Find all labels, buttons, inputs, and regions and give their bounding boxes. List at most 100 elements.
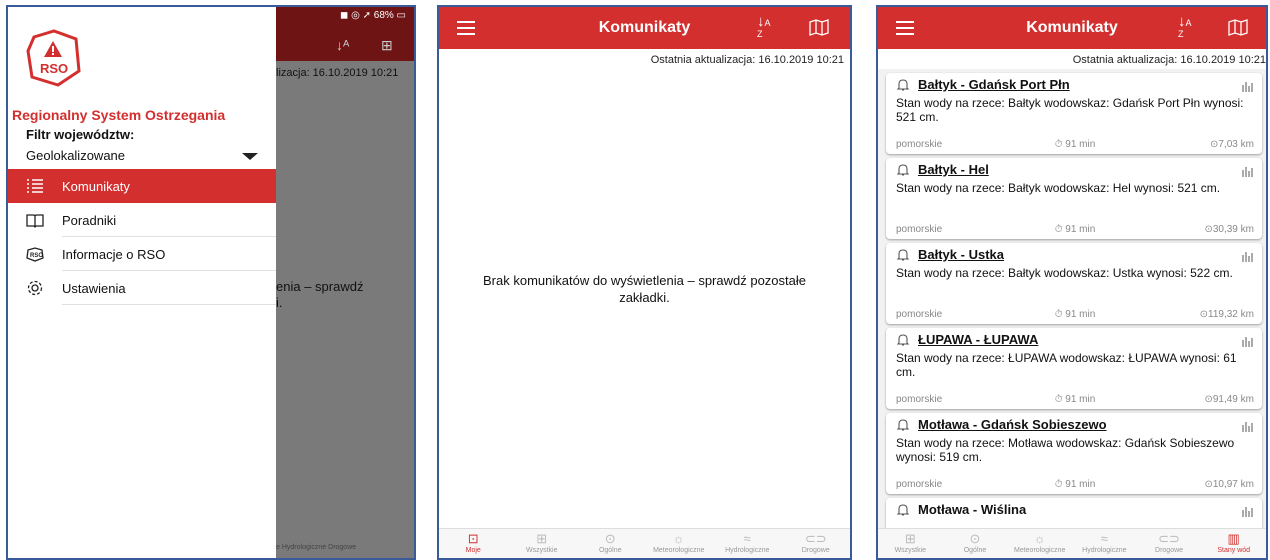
sort-az-icon[interactable]: ↓A Z	[757, 14, 771, 39]
tab-wszystkie[interactable]: ⊞ Wszystkie	[878, 529, 943, 558]
sort-az-icon[interactable]: ↓A Z	[1178, 14, 1192, 39]
last-update: Ostatnia aktualizacja: 16.10.2019 10:21	[650, 54, 844, 66]
card-region: pomorskie	[896, 394, 943, 405]
tab-ogolne[interactable]: ⊙ Ogólne	[576, 529, 645, 558]
svg-text:RSO: RSO	[40, 61, 68, 76]
menu-item-poradniki[interactable]: Poradniki	[8, 203, 276, 237]
waves-icon: ≈	[743, 531, 751, 546]
menu-item-ustawienia[interactable]: Ustawienia	[8, 271, 276, 305]
card-title[interactable]: Motława - Wiślina	[918, 502, 1026, 517]
card-region: pomorskie	[896, 139, 943, 150]
grid-icon: ⊞	[904, 531, 916, 546]
filter-value: Geolokalizowane	[26, 148, 126, 163]
tab-wszystkie[interactable]: ⊞ Wszystkie	[508, 529, 577, 558]
bottom-nav: ⊡ Moje ⊞ Wszystkie ⊙ Ogólne ☼ Meteorologiczn…	[439, 528, 850, 558]
tab-hydrologiczne[interactable]: ≈ Hydrologiczne	[1072, 529, 1137, 558]
menu-label: Informacje o RSO	[62, 246, 166, 262]
list-item[interactable]: ŁUPAWA - ŁUPAWA Stan wody na rzece: ŁUPA…	[886, 328, 1262, 409]
card-title[interactable]: Bałtyk - Hel	[918, 162, 989, 177]
card-body: Stan wody na rzece: Bałtyk wodowskaz: Us…	[896, 266, 1233, 280]
divider	[62, 304, 276, 305]
tab-label: Wszystkie	[894, 547, 927, 554]
card-body: Stan wody na rzece: Motława wodowskaz: G…	[896, 436, 1235, 464]
tab-label: Hydrologiczne	[725, 547, 770, 554]
tab-label: Meteorologiczne	[1013, 547, 1066, 554]
empty-message: Brak komunikatów do wyświetlenia – spraw…	[483, 273, 806, 305]
tab-moje[interactable]: ⊡ Moje	[439, 529, 508, 558]
list-item[interactable]: Bałtyk - Ustka Stan wody na rzece: Bałty…	[886, 243, 1262, 324]
gear-icon	[26, 279, 44, 297]
menu-item-informacje[interactable]: RSO Informacje o RSO	[8, 237, 276, 271]
card-region: pomorskie	[896, 224, 943, 235]
bottom-nav: ⊞ Wszystkie ⊙ Ogólne ☼ Meteorologiczne ≈ Hyd…	[878, 528, 1266, 558]
rso-logo: RSO	[26, 29, 81, 87]
map-icon[interactable]	[1228, 18, 1248, 36]
water-level-icon	[1242, 249, 1254, 267]
bell-icon	[896, 163, 910, 176]
tab-label: Ogólne	[963, 547, 987, 554]
menu-label: Ustawienia	[62, 280, 126, 296]
menu-label: Poradniki	[62, 212, 117, 228]
card-body: Stan wody na rzece: Bałtyk wodowskaz: He…	[896, 181, 1221, 195]
more-icon: ⊙	[969, 531, 981, 546]
tab-drogowe[interactable]: ⊂⊃ Drogowe	[782, 529, 851, 558]
card-body: Stan wody na rzece: Bałtyk wodowskaz: Gd…	[896, 96, 1244, 124]
sort-icon: ↓ᴬ	[336, 37, 350, 53]
water-level-icon	[1242, 79, 1254, 97]
card-title[interactable]: Bałtyk - Ustka	[918, 247, 1004, 262]
status-bar: ◼ ◎ ➚ 68% ▭	[276, 7, 414, 29]
card-title[interactable]: ŁUPAWA - ŁUPAWA	[918, 332, 1038, 347]
weather-icon: ☼	[672, 531, 685, 546]
bell-icon	[896, 78, 910, 91]
list-item[interactable]: Motława - Wiślina	[886, 498, 1262, 528]
tab-stany-wod[interactable]: ▥ Stany wód	[1201, 529, 1266, 558]
msg-line-1: enia – sprawdź	[276, 279, 364, 294]
card-distance: ⊙7,03 km	[1210, 139, 1254, 150]
list-icon	[26, 177, 44, 195]
tab-meteorologiczne[interactable]: ☼ Meteorologiczne	[645, 529, 714, 558]
water-level-icon	[1242, 504, 1254, 522]
water-level-icon	[1242, 164, 1254, 182]
list-item[interactable]: Bałtyk - Gdańsk Port Płn Stan wody na rz…	[886, 73, 1262, 154]
card-time: ⏱ 91 min	[1054, 139, 1096, 150]
bell-icon	[896, 333, 910, 346]
dimmed-background[interactable]: ◼ ◎ ➚ 68% ▭ ↓ᴬ ⊞ lizacja: 16.10.2019 10:…	[276, 7, 414, 558]
bell-icon	[896, 503, 910, 516]
map-icon[interactable]	[809, 18, 829, 36]
card-distance: ⊙119,32 km	[1199, 309, 1254, 320]
card-title[interactable]: Motława - Gdańsk Sobieszewo	[918, 417, 1107, 432]
water-level-icon: ▥	[1227, 531, 1240, 546]
card-title[interactable]: Bałtyk - Gdańsk Port Płn	[918, 77, 1070, 92]
bell-icon	[896, 248, 910, 261]
last-update: Ostatnia aktualizacja: 16.10.2019 10:21	[1072, 54, 1266, 66]
tab-label: Hydrologiczne	[1082, 547, 1127, 554]
list-item[interactable]: Bałtyk - Hel Stan wody na rzece: Bałtyk …	[886, 158, 1262, 239]
message-list[interactable]: Bałtyk - Gdańsk Port Płn Stan wody na rz…	[878, 69, 1266, 528]
msg-line-2: i.	[276, 295, 283, 310]
phone-screen-list: Komunikaty ↓A Z Ostatnia aktualizacja: 16…	[876, 5, 1268, 560]
water-level-icon	[1242, 334, 1254, 352]
svg-text:RSO: RSO	[30, 253, 43, 259]
page-title: Komunikaty	[1026, 19, 1118, 36]
tab-label: Drogowe	[1155, 547, 1184, 554]
tab-hydrologiczne[interactable]: ≈ Hydrologiczne	[713, 529, 782, 558]
card-body: Stan wody na rzece: ŁUPAWA wodowskaz: ŁU…	[896, 351, 1237, 379]
tab-ogolne[interactable]: ⊙ Ogólne	[943, 529, 1008, 558]
waves-icon: ≈	[1100, 531, 1108, 546]
car-icon: ⊂⊃	[1158, 531, 1180, 546]
rso-icon: RSO	[26, 245, 44, 263]
nav-drawer: RSO Regionalny System Ostrzegania Filtr …	[8, 7, 276, 558]
menu-item-komunikaty[interactable]: Komunikaty	[8, 169, 276, 203]
tab-drogowe[interactable]: ⊂⊃ Drogowe	[1137, 529, 1202, 558]
bell-icon	[896, 418, 910, 431]
list-item[interactable]: Motława - Gdańsk Sobieszewo Stan wody na…	[886, 413, 1262, 494]
card-time: ⏱ 91 min	[1054, 309, 1096, 320]
tab-label: Stany wód	[1217, 547, 1251, 554]
tab-meteorologiczne[interactable]: ☼ Meteorologiczne	[1007, 529, 1072, 558]
car-icon: ⊂⊃	[804, 531, 827, 546]
card-time: ⏱ 91 min	[1054, 394, 1096, 405]
province-filter-select[interactable]: Geolokalizowane	[26, 148, 258, 163]
grid-icon: ⊞	[536, 531, 548, 546]
menu-label: Komunikaty	[62, 178, 130, 194]
drawer-menu: Komunikaty Poradniki RSO Informacje o RS…	[8, 169, 276, 305]
